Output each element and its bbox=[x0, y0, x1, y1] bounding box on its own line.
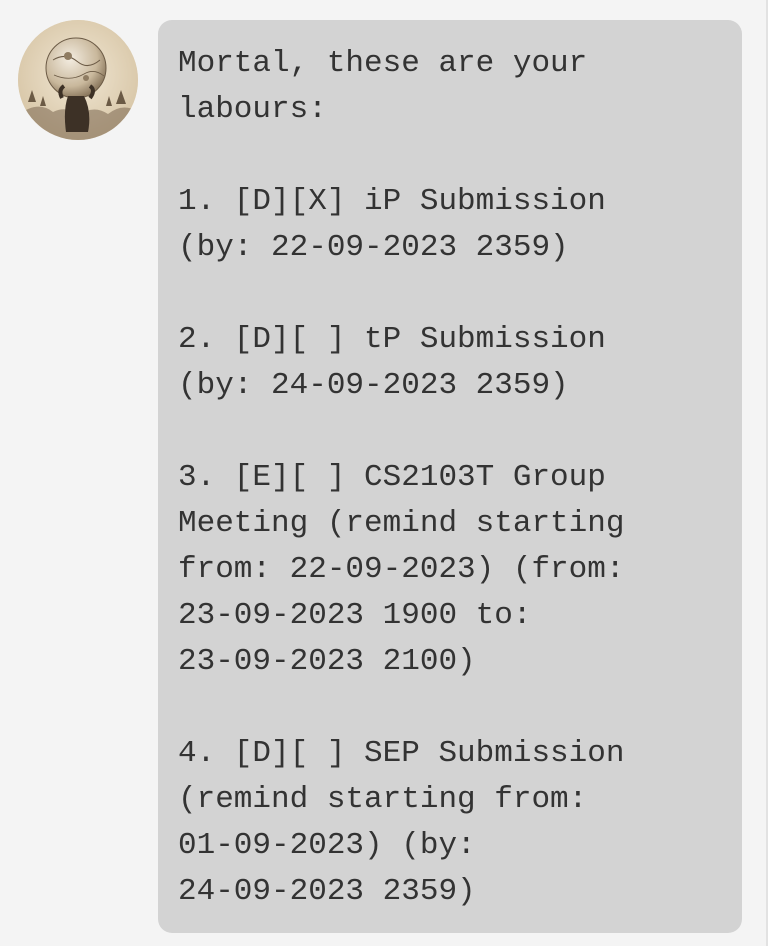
atlas-avatar-icon bbox=[18, 20, 138, 140]
message-bubble: Mortal, these are your labours: 1. [D][X… bbox=[158, 20, 742, 933]
message-text: Mortal, these are your labours: 1. [D][X… bbox=[178, 46, 625, 909]
bot-message-row: Mortal, these are your labours: 1. [D][X… bbox=[0, 0, 768, 946]
